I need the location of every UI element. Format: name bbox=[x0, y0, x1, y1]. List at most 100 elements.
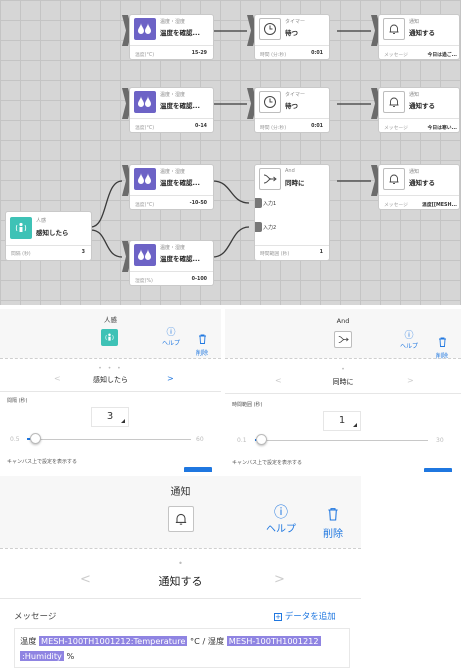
motion-sensor-icon bbox=[101, 329, 118, 346]
show-on-canvas-toggle[interactable] bbox=[424, 468, 452, 472]
block-name: 感知したら bbox=[36, 229, 69, 237]
block-type: 通知 bbox=[409, 92, 420, 98]
merge-icon bbox=[334, 331, 352, 348]
block-param-value: 0:01 bbox=[311, 51, 323, 56]
help-button[interactable]: ⓘ ヘルプ bbox=[160, 329, 182, 348]
merge-icon bbox=[259, 168, 281, 190]
motion-settings-panel: 人感 ⓘ ヘルプ 削除 • • • < 感知したら > 間隔 (秒) 3 0.5… bbox=[0, 309, 221, 472]
page-dots: • • • bbox=[98, 365, 123, 372]
help-button[interactable]: ⓘ ヘルプ bbox=[397, 332, 421, 351]
block-type: 温度・湿度 bbox=[160, 169, 186, 175]
panel-title: 通知 bbox=[170, 487, 191, 498]
data-tag-temperature[interactable]: MESH-100TH1001212:Temperature bbox=[39, 636, 188, 646]
and-settings-panel: And ⓘ ヘルプ 削除 • < 同時に > 時間範囲 (秒) 1 0.1 30… bbox=[225, 309, 461, 472]
block-param-value: 0-100 bbox=[191, 277, 207, 282]
notify-block[interactable]: 通知 通知する メッセージ 今日は過ご... bbox=[379, 15, 459, 59]
input-1-label: 入力1 bbox=[263, 201, 277, 207]
notify-block[interactable]: 通知 通知する メッセージ 温度[[MESH... bbox=[379, 165, 459, 209]
temperature-block[interactable]: 温度・湿度 温度を確認... 温度(°C) -10-50 bbox=[130, 165, 213, 209]
range-input[interactable]: 1 bbox=[323, 411, 361, 431]
block-param-label: 温度(°C) bbox=[135, 203, 155, 208]
temperature-block[interactable]: 温度・湿度 温度を確認... 温度(°C) 15-29 bbox=[130, 15, 213, 59]
block-type: 通知 bbox=[409, 169, 420, 175]
trash-icon bbox=[438, 337, 446, 347]
block-name: 温度を確認... bbox=[160, 255, 200, 263]
block-name: 温度を確認... bbox=[160, 179, 200, 187]
show-on-canvas-label: キャンバス上で設定を表示する bbox=[232, 460, 303, 466]
range-slider-track[interactable] bbox=[255, 440, 428, 441]
bell-icon bbox=[168, 506, 194, 532]
wire-temp3-and bbox=[212, 180, 250, 204]
block-param-value: 温度[[MESH... bbox=[422, 203, 457, 208]
page-dots: • bbox=[341, 366, 345, 373]
block-param-label: メッセージ bbox=[384, 203, 408, 208]
temperature-block[interactable]: 温度・湿度 温度を確認... 温度(°C) 0-14 bbox=[130, 88, 213, 132]
block-type: 温度・湿度 bbox=[160, 19, 186, 25]
and-block[interactable]: And 同時に 入力1 入力2 時間範囲 (秒) 1 bbox=[255, 165, 329, 260]
input-port[interactable] bbox=[255, 222, 262, 232]
interval-label: 間隔 (秒) bbox=[7, 398, 28, 404]
bell-icon bbox=[383, 168, 405, 190]
add-data-button[interactable]: + データを追加 bbox=[274, 610, 336, 622]
next-event-button[interactable]: > bbox=[407, 376, 414, 385]
block-param-label: 温度(°C) bbox=[135, 126, 155, 131]
message-label: メッセージ bbox=[14, 612, 57, 622]
resize-corner-icon bbox=[353, 423, 357, 427]
plus-square-icon: + bbox=[274, 612, 282, 621]
slider-min-label: 0.1 bbox=[237, 437, 247, 444]
slider-min-label: 0.5 bbox=[10, 436, 20, 443]
notify-settings-panel: 通知 ⓘ ヘルプ 削除 • < 通知する > メッセージ + データを追加 温度… bbox=[0, 476, 361, 672]
block-param-value: 今日は過ご... bbox=[427, 53, 457, 58]
timer-block[interactable]: タイマー 待つ 時間 (分:秒) 0:01 bbox=[255, 15, 329, 59]
block-type: 人感 bbox=[36, 218, 47, 224]
block-type: 温度・湿度 bbox=[160, 92, 186, 98]
interval-slider-knob[interactable] bbox=[29, 433, 41, 444]
message-textarea[interactable]: 温度 MESH-100TH1001212:Temperature °C / 湿度… bbox=[14, 628, 350, 668]
help-button[interactable]: ⓘ ヘルプ bbox=[263, 506, 299, 535]
wire-motion-hum bbox=[90, 229, 123, 258]
next-event-button[interactable]: > bbox=[274, 572, 285, 587]
delete-button[interactable]: 削除 bbox=[430, 332, 454, 360]
clock-icon bbox=[259, 91, 281, 113]
block-name: 温度を確認... bbox=[160, 102, 200, 110]
block-type: タイマー bbox=[285, 19, 306, 25]
next-event-button[interactable]: > bbox=[167, 374, 174, 383]
wire-motion-temp3 bbox=[90, 180, 123, 228]
humidity-block[interactable]: 温度・湿度 温度を確認... 湿度(%) 0-100 bbox=[130, 241, 213, 285]
clock-icon bbox=[259, 18, 281, 40]
delete-button[interactable]: 削除 bbox=[191, 329, 213, 357]
drops-icon bbox=[134, 18, 156, 40]
block-param-value: 0-14 bbox=[194, 124, 207, 129]
bell-icon bbox=[383, 91, 405, 113]
data-tag-humidity-cont[interactable]: :Humidity bbox=[20, 651, 64, 661]
show-on-canvas-toggle[interactable] bbox=[184, 467, 212, 472]
motion-block[interactable]: 人感 感知したら 間隔 (秒) 3 bbox=[6, 212, 91, 260]
block-param-label: 温度(°C) bbox=[135, 53, 155, 58]
motion-sensor-icon bbox=[10, 217, 32, 239]
range-slider-knob[interactable] bbox=[256, 434, 268, 445]
drops-icon bbox=[134, 244, 156, 266]
block-name: 通知する bbox=[409, 29, 435, 37]
delete-button[interactable]: 削除 bbox=[315, 506, 351, 540]
input-2-label: 入力2 bbox=[263, 225, 277, 231]
block-param-label: 時間範囲 (秒) bbox=[260, 252, 290, 257]
event-label: 同時に bbox=[332, 378, 354, 386]
block-param-value: 今日は寒い... bbox=[427, 126, 457, 131]
canvas[interactable]: 温度・湿度 温度を確認... 温度(°C) 15-29 タイマー 待つ 時間 (… bbox=[0, 0, 461, 305]
slider-max-label: 30 bbox=[436, 437, 444, 444]
block-type: 通知 bbox=[409, 19, 420, 25]
panel-title: And bbox=[336, 317, 350, 325]
help-icon: ⓘ bbox=[274, 505, 288, 521]
timer-block[interactable]: タイマー 待つ 時間 (分:秒) 0:01 bbox=[255, 88, 329, 132]
block-name: 待つ bbox=[285, 102, 298, 110]
input-port[interactable] bbox=[255, 198, 262, 208]
interval-input[interactable]: 3 bbox=[91, 407, 129, 427]
data-tag-humidity[interactable]: MESH-100TH1001212 bbox=[226, 636, 321, 646]
block-type: 温度・湿度 bbox=[160, 245, 186, 251]
interval-slider-track[interactable] bbox=[27, 439, 191, 440]
block-param-label: 時間 (分:秒) bbox=[260, 126, 287, 131]
block-param-value: 3 bbox=[81, 250, 85, 255]
event-label: 通知する bbox=[158, 575, 203, 588]
block-type: タイマー bbox=[285, 92, 306, 98]
notify-block[interactable]: 通知 通知する メッセージ 今日は寒い... bbox=[379, 88, 459, 132]
